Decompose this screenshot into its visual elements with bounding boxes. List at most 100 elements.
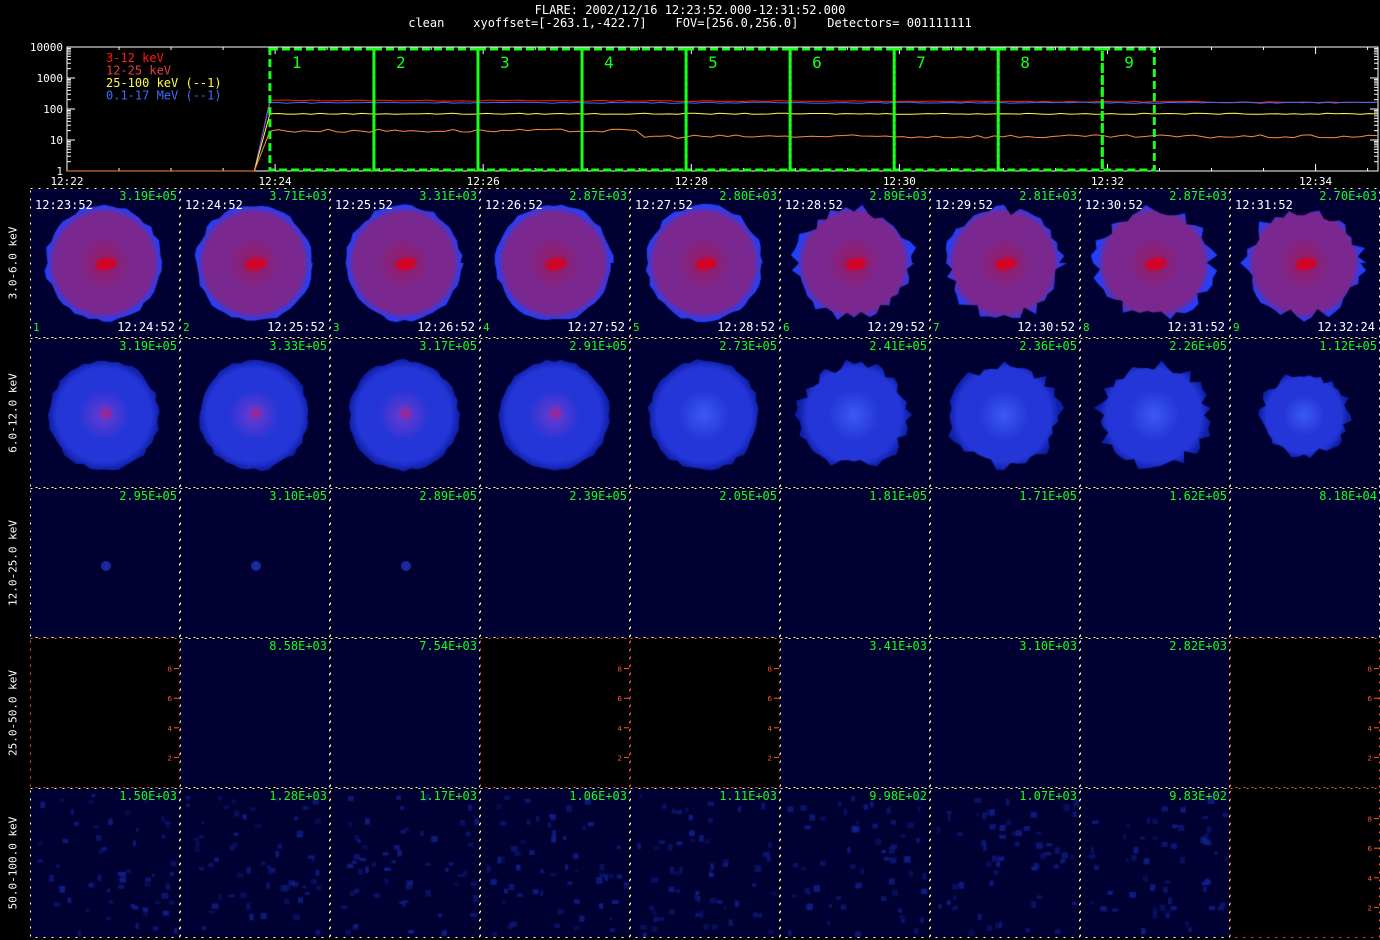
empty-image-panel: [1231, 639, 1379, 787]
image-panel: 1.81E+05: [781, 489, 929, 637]
empty-image-panel: [31, 639, 179, 787]
end-time-label: 12:26:52: [417, 320, 475, 334]
image-panel: 3.10E+05: [181, 489, 329, 637]
interval-box: [892, 47, 1000, 172]
interval-label: 2: [396, 53, 406, 72]
start-time-label: 12:26:52: [485, 198, 543, 212]
x-tick-label: 12:26: [467, 175, 500, 188]
image-panel: 3.41E+03: [781, 639, 929, 787]
start-time-label: 12:29:52: [935, 198, 993, 212]
flux-label: 3.19E+05: [119, 189, 177, 203]
flux-label: 7.54E+03: [419, 639, 477, 653]
image-canvas: [181, 789, 329, 937]
interval-index-label: 1: [33, 321, 40, 334]
flux-label: 2.70E+03: [1319, 189, 1377, 203]
start-time-label: 12:28:52: [785, 198, 843, 212]
lightcurve-chart: 10000 1000 100 10 1 12:22 12:24 12:26 12:28 12:30…: [30, 41, 1379, 188]
energy-band-label: 25.0-50.0 keV: [0, 639, 26, 787]
flux-label: 1.71E+05: [1019, 489, 1077, 503]
end-time-label: 12:24:52: [117, 320, 175, 334]
flux-label: 1.81E+05: [869, 489, 927, 503]
image-panel: 9.98E+02: [781, 789, 929, 937]
interval-box: [372, 47, 480, 172]
image-canvas: [331, 789, 479, 937]
image-panel: 3.71E+03 12:24:52 12:25:52 2: [181, 189, 329, 337]
image-panel: 2.26E+05: [1081, 339, 1229, 487]
image-panel: 1.62E+05: [1081, 489, 1229, 637]
energy-band-label-text: 25.0-50.0 keV: [6, 669, 20, 757]
image-panel: 8.18E+04: [1231, 489, 1379, 637]
interval-box: [684, 47, 792, 172]
image-panel: 3.19E+05: [31, 339, 179, 487]
end-time-label: 12:25:52: [267, 320, 325, 334]
image-canvas: [181, 639, 329, 787]
flux-label: 3.10E+05: [269, 489, 327, 503]
image-canvas: [931, 339, 1079, 487]
x-tick-label: 12:22: [50, 175, 83, 188]
y-tick-label: 10: [50, 134, 63, 147]
image-canvas: [631, 789, 779, 937]
energy-band-label: 12.0-25.0 keV: [0, 489, 26, 637]
x-tick-label: 12:24: [259, 175, 292, 188]
image-panel: 2.36E+05: [931, 339, 1079, 487]
image-canvas: [31, 339, 179, 487]
end-time-label: 12:30:52: [1017, 320, 1075, 334]
start-time-label: 12:31:52: [1235, 198, 1293, 212]
end-time-label: 12:27:52: [567, 320, 625, 334]
end-time-label: 12:28:52: [717, 320, 775, 334]
image-canvas: [481, 489, 629, 637]
flux-label: 9.98E+02: [869, 789, 927, 803]
image-panel: 1.28E+03: [181, 789, 329, 937]
flux-label: 2.26E+05: [1169, 339, 1227, 353]
legend-entry: 0.1-17 MeV (--1): [106, 89, 222, 103]
interval-label: 3: [500, 53, 510, 72]
image-canvas: [781, 639, 929, 787]
image-panel: 1.71E+05: [931, 489, 1079, 637]
interval-box: [268, 47, 376, 172]
image-panel: 1.12E+05: [1231, 339, 1379, 487]
empty-image-panel: [1231, 789, 1379, 937]
flux-label: 1.50E+03: [119, 789, 177, 803]
image-canvas: [481, 789, 629, 937]
image-canvas: [931, 789, 1079, 937]
image-panel: 7.54E+03: [331, 639, 479, 787]
image-panel: 1.11E+03: [631, 789, 779, 937]
interval-index-label: 4: [483, 321, 490, 334]
image-panel: 2.82E+03: [1081, 639, 1229, 787]
image-canvas: [181, 339, 329, 487]
end-time-label: 12:31:52: [1167, 320, 1225, 334]
interval-label: 6: [812, 53, 822, 72]
flux-label: 3.10E+03: [1019, 639, 1077, 653]
interval-index-label: 5: [633, 321, 640, 334]
flux-label: 2.81E+03: [1019, 189, 1077, 203]
flux-label: 3.41E+03: [869, 639, 927, 653]
flux-label: 2.36E+05: [1019, 339, 1077, 353]
flux-label: 1.06E+03: [569, 789, 627, 803]
image-panel: 1.07E+03: [931, 789, 1079, 937]
empty-image-panel: [481, 639, 629, 787]
y-tick-label: 100: [43, 103, 63, 116]
image-canvas: [181, 489, 329, 637]
interval-label: 1: [292, 53, 302, 72]
flux-label: 2.87E+03: [569, 189, 627, 203]
flux-label: 2.39E+05: [569, 489, 627, 503]
energy-band-label: 6.0-12.0 keV: [0, 339, 26, 487]
flux-label: 2.95E+05: [119, 489, 177, 503]
image-panel: 2.05E+05: [631, 489, 779, 637]
image-panel: 2.73E+05: [631, 339, 779, 487]
image-panel: 2.81E+03 12:29:52 12:30:52 7: [931, 189, 1079, 337]
energy-band-label-text: 6.0-12.0 keV: [6, 373, 20, 453]
start-time-label: 12:23:52: [35, 198, 93, 212]
interval-box: [476, 47, 584, 172]
energy-band-label: 3.0-6.0 keV: [0, 189, 26, 337]
start-time-label: 12:24:52: [185, 198, 243, 212]
image-panel: 1.17E+03: [331, 789, 479, 937]
flux-label: 1.62E+05: [1169, 489, 1227, 503]
image-panel: 1.50E+03: [31, 789, 179, 937]
image-canvas: [1231, 339, 1379, 487]
interval-index-label: 9: [1233, 321, 1240, 334]
interval-box: [580, 47, 688, 172]
energy-band-label-text: 12.0-25.0 keV: [6, 519, 20, 607]
flux-label: 2.41E+05: [869, 339, 927, 353]
image-canvas: [631, 339, 779, 487]
